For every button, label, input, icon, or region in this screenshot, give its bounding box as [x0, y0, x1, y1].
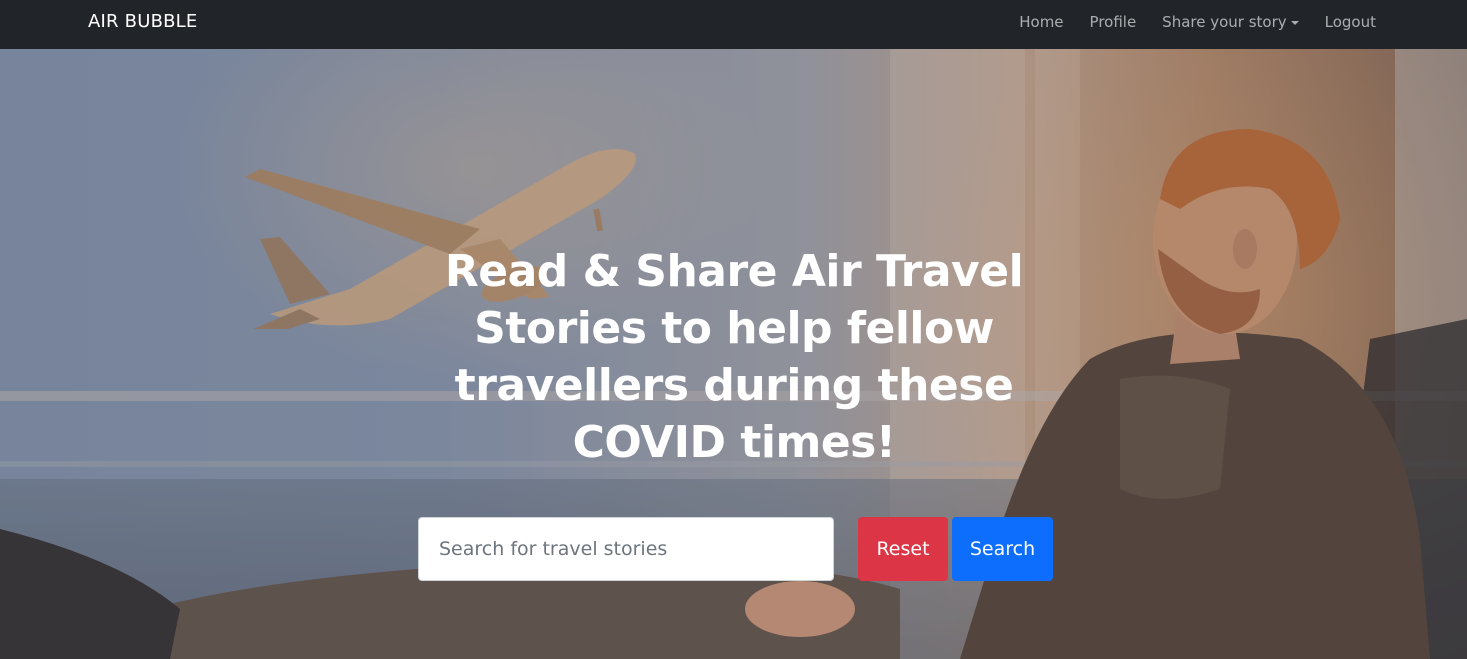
nav-link-logout[interactable]: Logout [1325, 13, 1376, 31]
reset-button[interactable]: Reset [858, 517, 948, 581]
nav-dropdown-label: Share your story [1162, 13, 1287, 31]
search-button[interactable]: Search [952, 517, 1053, 581]
hero-section: Read & Share Air Travel Stories to help … [0, 49, 1467, 659]
nav-link-profile[interactable]: Profile [1090, 13, 1137, 31]
brand-logo-link[interactable]: AIR BUBBLE [88, 0, 197, 44]
top-navbar: AIR BUBBLE Home Profile Share your story… [0, 0, 1467, 49]
nav-dropdown-share-your-story[interactable]: Share your story [1162, 13, 1299, 31]
caret-down-icon [1290, 20, 1299, 25]
search-input[interactable] [418, 517, 834, 581]
nav-links: Home Profile Share your story Logout [993, 0, 1376, 44]
nav-link-home[interactable]: Home [1019, 13, 1063, 31]
hero-title: Read & Share Air Travel Stories to help … [444, 246, 1024, 468]
search-form: Reset Search [418, 517, 1058, 581]
